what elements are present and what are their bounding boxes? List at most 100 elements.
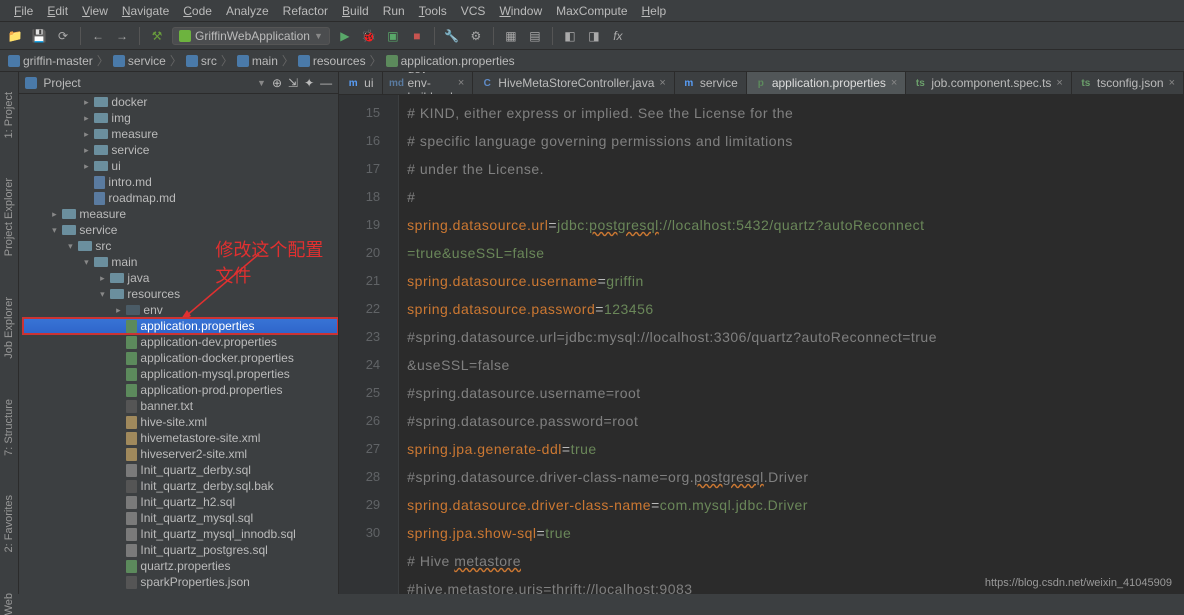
- editor-tab[interactable]: mui: [339, 72, 382, 94]
- code-line[interactable]: =true&useSSL=false: [407, 239, 1176, 267]
- tree-item[interactable]: Init_quartz_derby.sql: [23, 462, 338, 478]
- code-line[interactable]: #spring.datasource.driver-class-name=org…: [407, 463, 1176, 491]
- project-tree[interactable]: 修改这个配置文件 dockerimgmeasureserviceuiintro.…: [19, 94, 338, 594]
- menu-help[interactable]: Help: [636, 2, 673, 19]
- hammer-build-icon[interactable]: ⚒: [148, 27, 166, 45]
- tree-item[interactable]: hiveserver2-site.xml: [23, 446, 338, 462]
- debug-icon[interactable]: 🐞: [360, 27, 378, 45]
- tree-item[interactable]: docker: [23, 94, 338, 110]
- expand-arrow-icon[interactable]: [65, 241, 75, 252]
- code-line[interactable]: spring.datasource.password=123456: [407, 295, 1176, 323]
- side-tab[interactable]: Web: [3, 593, 15, 615]
- sdk-icon[interactable]: ▤: [526, 27, 544, 45]
- side-tab[interactable]: 2: Favorites: [3, 495, 15, 552]
- close-icon[interactable]: ×: [1169, 77, 1175, 89]
- tree-item[interactable]: sparkProperties.json: [23, 574, 338, 590]
- menu-view[interactable]: View: [76, 2, 114, 19]
- fx-icon[interactable]: fx: [609, 27, 627, 45]
- editor-tab[interactable]: tstsconfig.json×: [1072, 72, 1184, 94]
- refresh-icon[interactable]: ⟳: [54, 27, 72, 45]
- expand-arrow-icon[interactable]: [81, 257, 91, 268]
- tree-item[interactable]: application-mysql.properties: [23, 366, 338, 382]
- editor-tab[interactable]: tsjob.component.spec.ts×: [906, 72, 1072, 94]
- tree-item[interactable]: service: [23, 222, 338, 238]
- code-line[interactable]: # KIND, either express or implied. See t…: [407, 99, 1176, 127]
- run-config-selector[interactable]: GriffinWebApplication ▼: [172, 27, 330, 45]
- gear-icon[interactable]: ✦: [304, 76, 314, 90]
- stop-icon[interactable]: ■: [408, 27, 426, 45]
- tree-item[interactable]: measure: [23, 126, 338, 142]
- menu-navigate[interactable]: Navigate: [116, 2, 175, 19]
- tree-item[interactable]: application-dev.properties: [23, 334, 338, 350]
- tree-item[interactable]: application-prod.properties: [23, 382, 338, 398]
- tree-item[interactable]: Init_quartz_derby.sql.bak: [23, 478, 338, 494]
- menu-tools[interactable]: Tools: [413, 2, 453, 19]
- editor-tab[interactable]: papplication.properties×: [747, 72, 907, 94]
- code-line[interactable]: #spring.datasource.url=jdbc:mysql://loca…: [407, 323, 1176, 351]
- menu-code[interactable]: Code: [177, 2, 218, 19]
- code-line[interactable]: # specific language governing permission…: [407, 127, 1176, 155]
- chevron-down-icon[interactable]: ▼: [257, 78, 266, 88]
- tree-item[interactable]: Init_quartz_mysql_innodb.sql: [23, 526, 338, 542]
- menu-file[interactable]: File: [8, 2, 39, 19]
- expand-arrow-icon[interactable]: [81, 145, 91, 156]
- close-icon[interactable]: ×: [659, 77, 665, 89]
- code-editor[interactable]: 15161718192021222324252627282930 # KIND,…: [339, 95, 1184, 594]
- breadcrumb-item[interactable]: resources: [298, 54, 366, 68]
- tree-item[interactable]: intro.md: [23, 174, 338, 190]
- settings-icon[interactable]: ⚙: [467, 27, 485, 45]
- tree-item[interactable]: quartz.properties: [23, 558, 338, 574]
- code-line[interactable]: #: [407, 183, 1176, 211]
- tree-item[interactable]: src: [23, 238, 338, 254]
- code-line[interactable]: &useSSL=false: [407, 351, 1176, 379]
- close-icon[interactable]: ×: [458, 77, 464, 89]
- tree-item[interactable]: hivemetastore-site.xml: [23, 430, 338, 446]
- code-line[interactable]: spring.datasource.username=griffin: [407, 267, 1176, 295]
- tree-item[interactable]: Init_quartz_postgres.sql: [23, 542, 338, 558]
- menu-build[interactable]: Build: [336, 2, 375, 19]
- side-tab[interactable]: 7: Structure: [3, 399, 15, 456]
- breadcrumb-item[interactable]: griffin-master: [8, 54, 93, 68]
- breadcrumb-item[interactable]: service: [113, 54, 166, 68]
- tree-item[interactable]: main: [23, 254, 338, 270]
- menu-vcs[interactable]: VCS: [455, 2, 492, 19]
- forward-icon[interactable]: →: [113, 27, 131, 45]
- tree-item[interactable]: resources: [23, 286, 338, 302]
- hide-icon[interactable]: —: [320, 76, 332, 90]
- editor-tab[interactable]: mddev-env-build.md×: [383, 72, 474, 94]
- wrench-icon[interactable]: 🔧: [443, 27, 461, 45]
- menu-window[interactable]: Window: [493, 2, 548, 19]
- expand-arrow-icon[interactable]: [113, 305, 123, 316]
- code-line[interactable]: spring.datasource.url=jdbc:postgresql://…: [407, 211, 1176, 239]
- target-icon[interactable]: ⊕: [272, 76, 282, 90]
- code-lines[interactable]: # KIND, either express or implied. See t…: [399, 95, 1184, 594]
- collapse-icon[interactable]: ⇲: [288, 76, 298, 90]
- layout2-icon[interactable]: ◨: [585, 27, 603, 45]
- menu-maxcompute[interactable]: MaxCompute: [550, 2, 633, 19]
- expand-arrow-icon[interactable]: [81, 113, 91, 124]
- expand-arrow-icon[interactable]: [81, 129, 91, 140]
- code-line[interactable]: spring.jpa.show-sql=true: [407, 519, 1176, 547]
- tree-item[interactable]: java: [23, 270, 338, 286]
- tree-item[interactable]: env: [23, 302, 338, 318]
- run-icon[interactable]: ▶: [336, 27, 354, 45]
- project-structure-icon[interactable]: ▦: [502, 27, 520, 45]
- menu-refactor[interactable]: Refactor: [277, 2, 334, 19]
- tree-item[interactable]: Init_quartz_mysql.sql: [23, 510, 338, 526]
- tree-item[interactable]: application-docker.properties: [23, 350, 338, 366]
- tree-item[interactable]: measure: [23, 206, 338, 222]
- expand-arrow-icon[interactable]: [49, 209, 59, 220]
- tree-item[interactable]: ui: [23, 158, 338, 174]
- layout-icon[interactable]: ◧: [561, 27, 579, 45]
- expand-arrow-icon[interactable]: [49, 225, 59, 236]
- code-line[interactable]: #spring.datasource.password=root: [407, 407, 1176, 435]
- tree-item[interactable]: img: [23, 110, 338, 126]
- tree-item[interactable]: hive-site.xml: [23, 414, 338, 430]
- code-line[interactable]: #hive.metastore.uris=thrift://localhost:…: [407, 575, 1176, 594]
- breadcrumb-item[interactable]: main: [237, 54, 278, 68]
- coverage-icon[interactable]: ▣: [384, 27, 402, 45]
- side-tab[interactable]: 1: Project: [3, 92, 15, 138]
- side-tab[interactable]: Job Explorer: [3, 297, 15, 359]
- tree-item[interactable]: roadmap.md: [23, 190, 338, 206]
- open-icon[interactable]: 📁: [6, 27, 24, 45]
